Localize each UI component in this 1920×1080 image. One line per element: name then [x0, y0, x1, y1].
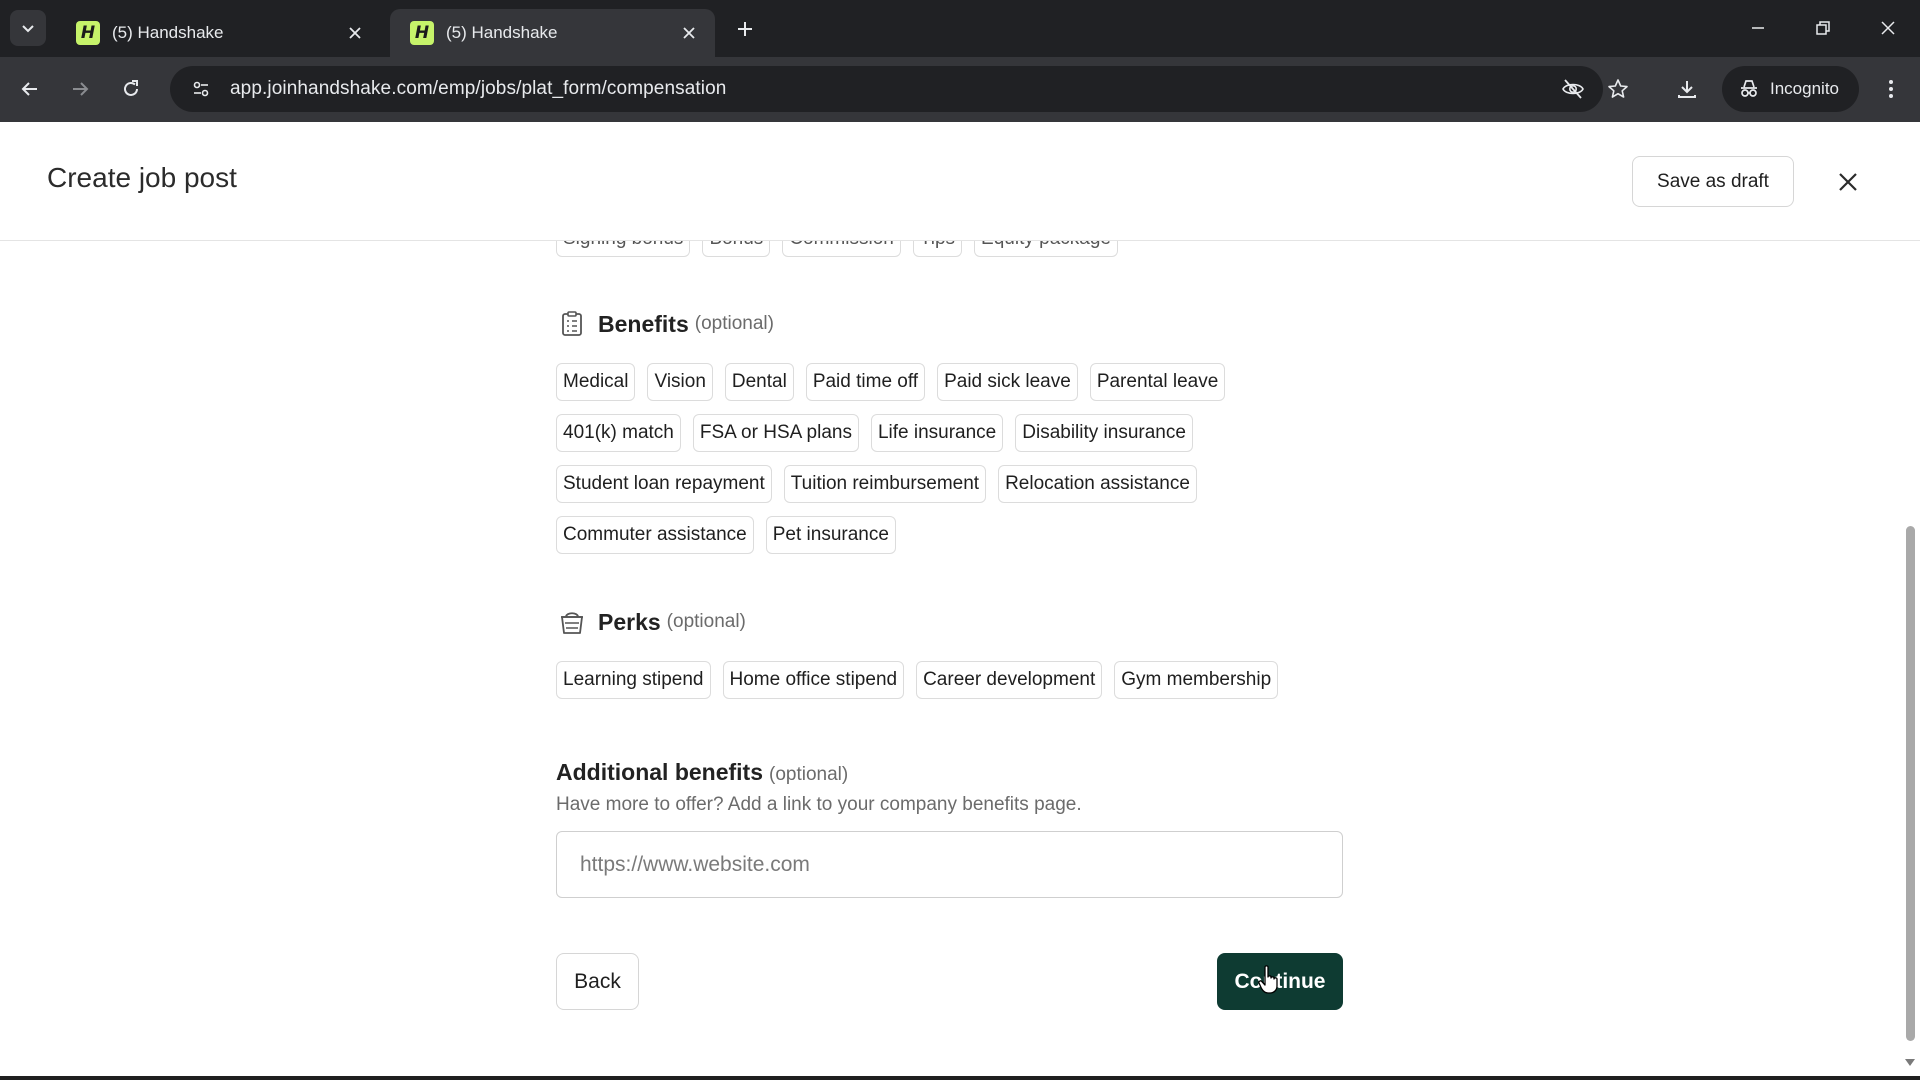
pay-extras-chip-row: Signing bonus Bonus Commission Tips Equi…: [556, 241, 1118, 257]
minimize-icon: [1752, 27, 1764, 29]
perks-chip-row: Learning stipend Home office stipend Car…: [556, 661, 1279, 699]
chip-equity-package[interactable]: Equity package: [974, 241, 1118, 257]
arrow-right-icon: [73, 82, 89, 96]
chip-paid-sick-leave[interactable]: Paid sick leave: [937, 363, 1078, 401]
compensation-form: Signing bonus Bonus Commission Tips Equi…: [0, 241, 1900, 1080]
browser-toolbar: app.joinhandshake.com/emp/jobs/plat_form…: [0, 57, 1920, 122]
mouse-pointer-icon: [1258, 965, 1278, 994]
chip-student-loan-repayment[interactable]: Student loan repayment: [556, 465, 772, 503]
page-title: Create job post: [47, 162, 237, 193]
more-vertical-icon: [1889, 80, 1893, 98]
incognito-label: Incognito: [1770, 79, 1839, 98]
additional-benefits-description: Have more to offer? Add a link to your c…: [556, 794, 1082, 815]
incognito-icon: [1741, 80, 1757, 97]
back-nav-button[interactable]: [12, 71, 48, 107]
chip-vision[interactable]: Vision: [647, 363, 713, 401]
reload-icon: [124, 80, 138, 96]
back-button[interactable]: Back: [556, 953, 639, 1010]
benefits-chip-row-3: Student loan repayment Tuition reimburse…: [556, 465, 1197, 503]
url-text: app.joinhandshake.com/emp/jobs/plat_form…: [230, 78, 727, 99]
perks-optional-label: (optional): [666, 611, 746, 632]
chip-commuter-assistance[interactable]: Commuter assistance: [556, 516, 754, 554]
clipboard-list-icon: [558, 310, 586, 338]
scrollbar-thumb[interactable]: [1906, 526, 1915, 1041]
plus-icon: [738, 22, 752, 36]
download-icon: [1678, 81, 1696, 98]
chip-401k-match[interactable]: 401(k) match: [556, 414, 681, 452]
benefits-url-input[interactable]: [556, 831, 1343, 898]
perks-title: Perks: [598, 608, 661, 635]
close-job-post-button[interactable]: [1830, 164, 1866, 200]
chip-parental-leave[interactable]: Parental leave: [1089, 363, 1226, 401]
chip-signing-bonus[interactable]: Signing bonus: [556, 241, 691, 257]
close-tab-icon[interactable]: [343, 21, 367, 45]
downloads-button[interactable]: [1669, 71, 1705, 107]
forward-nav-button[interactable]: [62, 71, 98, 107]
chip-paid-time-off[interactable]: Paid time off: [805, 363, 926, 401]
chip-dental[interactable]: Dental: [724, 363, 794, 401]
tab-search-button[interactable]: [10, 10, 46, 46]
close-icon: [1839, 173, 1857, 191]
perks-heading: Perks (optional): [558, 608, 746, 636]
minimize-window-button[interactable]: [1740, 12, 1776, 44]
continue-button[interactable]: Continue: [1217, 953, 1343, 1010]
chip-relocation-assistance[interactable]: Relocation assistance: [998, 465, 1197, 503]
close-window-button[interactable]: [1870, 12, 1906, 44]
chip-home-office-stipend[interactable]: Home office stipend: [722, 661, 905, 699]
browser-menu-button[interactable]: [1873, 71, 1909, 107]
chip-tips[interactable]: Tips: [912, 241, 963, 257]
tab-title: (5) Handshake: [446, 23, 558, 42]
benefits-optional-label: (optional): [694, 313, 774, 334]
window-bottom-edge: [0, 1076, 1920, 1080]
chip-disability-insurance[interactable]: Disability insurance: [1015, 414, 1193, 452]
additional-benefits-heading: Additional benefits (optional): [556, 759, 848, 786]
browser-tab-strip: H (5) Handshake H (5) Handshake: [0, 0, 1920, 57]
page-scrollbar[interactable]: [1900, 241, 1920, 1080]
close-tab-icon[interactable]: [677, 21, 701, 45]
eye-slash-icon[interactable]: [1556, 72, 1590, 106]
handshake-favicon-icon: H: [76, 21, 100, 45]
save-as-draft-button[interactable]: Save as draft: [1632, 156, 1794, 207]
restore-icon: [1816, 21, 1830, 35]
chip-gym-membership[interactable]: Gym membership: [1114, 661, 1279, 699]
restore-window-button[interactable]: [1805, 12, 1841, 44]
chip-career-development[interactable]: Career development: [916, 661, 1103, 699]
site-info-icon[interactable]: [184, 72, 218, 106]
chip-bonus[interactable]: Bonus: [702, 241, 771, 257]
arrow-left-icon: [21, 82, 37, 96]
browser-tab-1[interactable]: H (5) Handshake: [56, 9, 381, 57]
benefits-chip-row-1: Medical Vision Dental Paid time off Paid…: [556, 363, 1226, 401]
chip-commission[interactable]: Commission: [782, 241, 901, 257]
handshake-favicon-icon: H: [410, 21, 434, 45]
chip-tuition-reimbursement[interactable]: Tuition reimbursement: [783, 465, 987, 503]
chip-pet-insurance[interactable]: Pet insurance: [765, 516, 896, 554]
benefits-heading: Benefits (optional): [558, 310, 774, 338]
benefits-chip-row-4: Commuter assistance Pet insurance: [556, 516, 896, 554]
benefits-title: Benefits: [598, 310, 689, 337]
chevron-down-icon: [22, 25, 34, 33]
gift-basket-icon: [558, 608, 586, 636]
tab-title: (5) Handshake: [112, 23, 224, 42]
scroll-down-arrow-icon[interactable]: [1903, 1056, 1917, 1070]
chip-life-insurance[interactable]: Life insurance: [870, 414, 1004, 452]
incognito-indicator[interactable]: Incognito: [1722, 66, 1859, 112]
address-bar[interactable]: app.joinhandshake.com/emp/jobs/plat_form…: [170, 66, 1628, 112]
close-icon: [1881, 21, 1895, 35]
new-tab-button[interactable]: [730, 14, 760, 44]
browser-tab-2[interactable]: H (5) Handshake: [390, 9, 715, 57]
reload-button[interactable]: [113, 71, 149, 107]
additional-benefits-title: Additional benefits: [556, 759, 763, 785]
chip-fsa-hsa-plans[interactable]: FSA or HSA plans: [692, 414, 859, 452]
chip-learning-stipend[interactable]: Learning stipend: [556, 661, 711, 699]
bookmark-star-icon[interactable]: [1601, 72, 1635, 106]
page-header: Create job post Save as draft: [0, 122, 1920, 241]
additional-benefits-optional-label: (optional): [769, 764, 849, 785]
chip-medical[interactable]: Medical: [556, 363, 636, 401]
benefits-chip-row-2: 401(k) match FSA or HSA plans Life insur…: [556, 414, 1193, 452]
